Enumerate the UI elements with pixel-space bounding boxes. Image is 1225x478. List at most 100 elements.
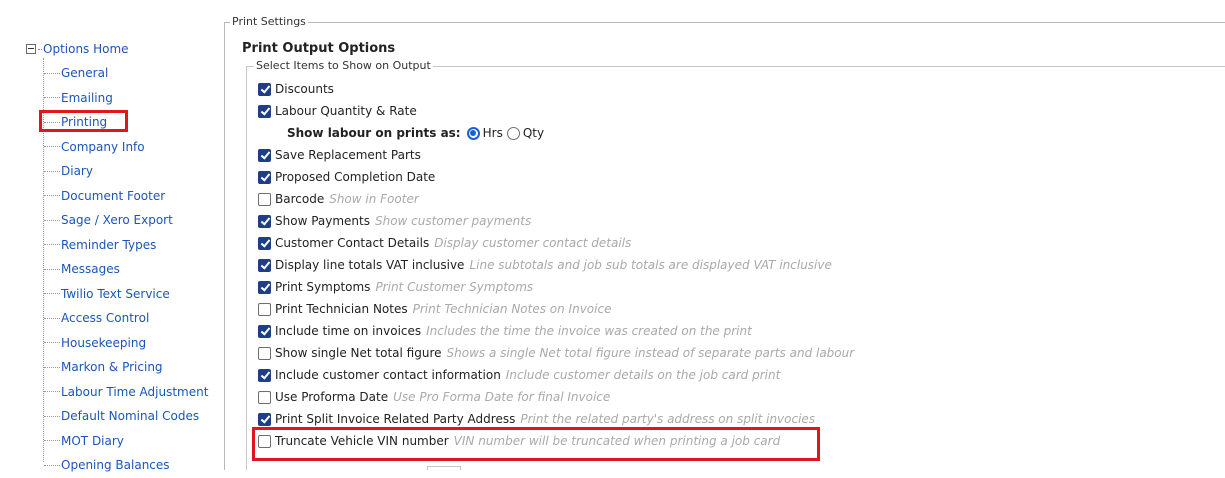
tree-connector — [44, 366, 60, 368]
option-print-technician-notes[interactable]: Print Technician Notes Print Technician … — [258, 298, 854, 320]
tree-root-options-home[interactable]: Options Home — [26, 40, 129, 58]
option-label[interactable]: Labour Quantity & Rate — [275, 104, 417, 118]
option-label[interactable]: Display line totals VAT inclusive — [275, 258, 464, 272]
tree-root-label[interactable]: Options Home — [43, 42, 129, 56]
option-label[interactable]: Save Replacement Parts — [275, 148, 421, 162]
nav-item-access-control[interactable]: Access Control — [44, 306, 208, 331]
nav-item-general[interactable]: General — [44, 61, 208, 86]
nav-item-label[interactable]: Document Footer — [61, 189, 165, 203]
print-settings-legend: Print Settings — [230, 15, 308, 28]
option-label[interactable]: Print Technician Notes — [275, 302, 408, 316]
nav-item-opening-balances[interactable]: Opening Balances — [44, 453, 208, 478]
option-label[interactable]: Include time on invoices — [275, 324, 421, 338]
option-print-symptoms[interactable]: Print Symptoms Print Customer Symptoms — [258, 276, 854, 298]
nav-item-label[interactable]: Emailing — [61, 91, 113, 105]
option-help-text: Display customer contact details — [434, 236, 632, 250]
nav-item-label[interactable]: Company Info — [61, 140, 145, 154]
nav-item-label[interactable]: General — [61, 66, 108, 80]
option-label[interactable]: Proposed Completion Date — [275, 170, 435, 184]
split-invoice-party-address-checkbox[interactable] — [258, 412, 271, 426]
customer-contact-details-checkbox[interactable] — [258, 236, 271, 250]
option-help-text: Use Pro Forma Date for final Invoice — [393, 390, 611, 404]
nav-item-diary[interactable]: Diary — [44, 159, 208, 184]
include-time-on-invoices-checkbox[interactable] — [258, 324, 271, 338]
hrs-radio-label[interactable]: Hrs — [483, 126, 503, 140]
option-label[interactable]: Show Payments — [275, 214, 370, 228]
qty-radio[interactable] — [506, 126, 520, 140]
option-single-net-total[interactable]: Show single Net total figure Shows a sin… — [258, 342, 854, 364]
option-label[interactable]: Print Symptoms — [275, 280, 370, 294]
option-include-customer-contact-info[interactable]: Include customer contact information Inc… — [258, 364, 854, 386]
option-barcode[interactable]: Barcode Show in Footer — [258, 188, 854, 210]
option-label[interactable]: Include customer contact information — [275, 368, 501, 382]
line-totals-vat-inclusive-checkbox[interactable] — [258, 258, 271, 272]
nav-item-sage-xero-export[interactable]: Sage / Xero Export — [44, 208, 208, 233]
nav-item-label[interactable]: Labour Time Adjustment — [61, 385, 208, 399]
options-tree-nav: Options Home General Emailing Printing C… — [0, 0, 220, 472]
nav-item-housekeeping[interactable]: Housekeeping — [44, 331, 208, 356]
nav-item-twilio-text-service[interactable]: Twilio Text Service — [44, 282, 208, 307]
nav-item-label[interactable]: Housekeeping — [61, 336, 146, 350]
option-label[interactable]: Use Proforma Date — [275, 390, 388, 404]
option-customer-contact-details[interactable]: Customer Contact Details Display custome… — [258, 232, 854, 254]
qty-radio-label[interactable]: Qty — [523, 126, 544, 140]
nav-item-mot-diary[interactable]: MOT Diary — [44, 429, 208, 454]
option-label[interactable]: Print Split Invoice Related Party Addres… — [275, 412, 515, 426]
print-technician-notes-checkbox[interactable] — [258, 302, 271, 316]
tree-connector — [44, 415, 60, 417]
highlight-box-truncate-vin — [252, 427, 820, 461]
nav-item-label[interactable]: MOT Diary — [61, 434, 124, 448]
nav-item-label[interactable]: Access Control — [61, 311, 149, 325]
option-proposed-completion-date[interactable]: Proposed Completion Date — [258, 166, 854, 188]
nav-item-document-footer[interactable]: Document Footer — [44, 184, 208, 209]
nav-item-label[interactable]: Markon & Pricing — [61, 360, 163, 374]
nav-item-label[interactable]: Sage / Xero Export — [61, 213, 173, 227]
nav-item-label[interactable]: Diary — [61, 164, 93, 178]
nav-item-company-info[interactable]: Company Info — [44, 135, 208, 160]
nav-item-labour-time-adjustment[interactable]: Labour Time Adjustment — [44, 380, 208, 405]
nav-item-markon-pricing[interactable]: Markon & Pricing — [44, 355, 208, 380]
nav-item-label[interactable]: Reminder Types — [61, 238, 156, 252]
nav-item-label[interactable]: Opening Balances — [61, 458, 170, 472]
option-save-replacement-parts[interactable]: Save Replacement Parts — [258, 144, 854, 166]
option-label[interactable]: Show single Net total figure — [275, 346, 442, 360]
option-label[interactable]: Customer Contact Details — [275, 236, 429, 250]
option-include-time-on-invoices[interactable]: Include time on invoices Includes the ti… — [258, 320, 854, 342]
option-help-text: Include customer details on the job card… — [505, 368, 781, 382]
option-help-text: Show in Footer — [329, 192, 419, 206]
option-discounts[interactable]: Discounts — [258, 78, 854, 100]
option-use-proforma-date[interactable]: Use Proforma Date Use Pro Forma Date for… — [258, 386, 854, 408]
discounts-checkbox[interactable] — [258, 82, 271, 96]
output-options-legend: Select Items to Show on Output — [254, 59, 433, 72]
print-symptoms-checkbox[interactable] — [258, 280, 271, 294]
single-net-total-checkbox[interactable] — [258, 346, 271, 360]
nav-item-emailing[interactable]: Emailing — [44, 86, 208, 111]
option-help-text: Show customer payments — [374, 214, 532, 228]
nav-item-label[interactable]: Messages — [61, 262, 120, 276]
tree-connector — [44, 293, 60, 295]
use-proforma-date-checkbox[interactable] — [258, 390, 271, 404]
labour-display-label: Show labour on prints as: — [287, 126, 461, 140]
option-line-totals-vat-inclusive[interactable]: Display line totals VAT inclusive Line s… — [258, 254, 854, 276]
include-customer-contact-info-checkbox[interactable] — [258, 368, 271, 382]
nav-item-messages[interactable]: Messages — [44, 257, 208, 282]
hrs-radio[interactable] — [466, 126, 480, 140]
option-show-payments[interactable]: Show Payments Show customer payments — [258, 210, 854, 232]
option-labour-quantity-rate[interactable]: Labour Quantity & Rate — [258, 100, 854, 122]
nav-item-reminder-types[interactable]: Reminder Types — [44, 233, 208, 258]
tree-connector — [44, 219, 60, 221]
tree-connector — [44, 342, 60, 344]
labour-display-row: Show labour on prints as: Hrs Qty — [258, 122, 854, 144]
option-label[interactable]: Barcode — [275, 192, 324, 206]
collapse-minus-icon[interactable] — [26, 44, 36, 54]
proposed-completion-date-checkbox[interactable] — [258, 170, 271, 184]
show-payments-checkbox[interactable] — [258, 214, 271, 228]
labour-quantity-rate-checkbox[interactable] — [258, 104, 271, 118]
barcode-checkbox[interactable] — [258, 192, 271, 206]
nav-item-label[interactable]: Twilio Text Service — [61, 287, 170, 301]
nav-item-label[interactable]: Default Nominal Codes — [61, 409, 199, 423]
nav-item-default-nominal-codes[interactable]: Default Nominal Codes — [44, 404, 208, 429]
partial-input-box[interactable] — [427, 466, 461, 470]
save-replacement-parts-checkbox[interactable] — [258, 148, 271, 162]
option-label[interactable]: Discounts — [275, 82, 334, 96]
